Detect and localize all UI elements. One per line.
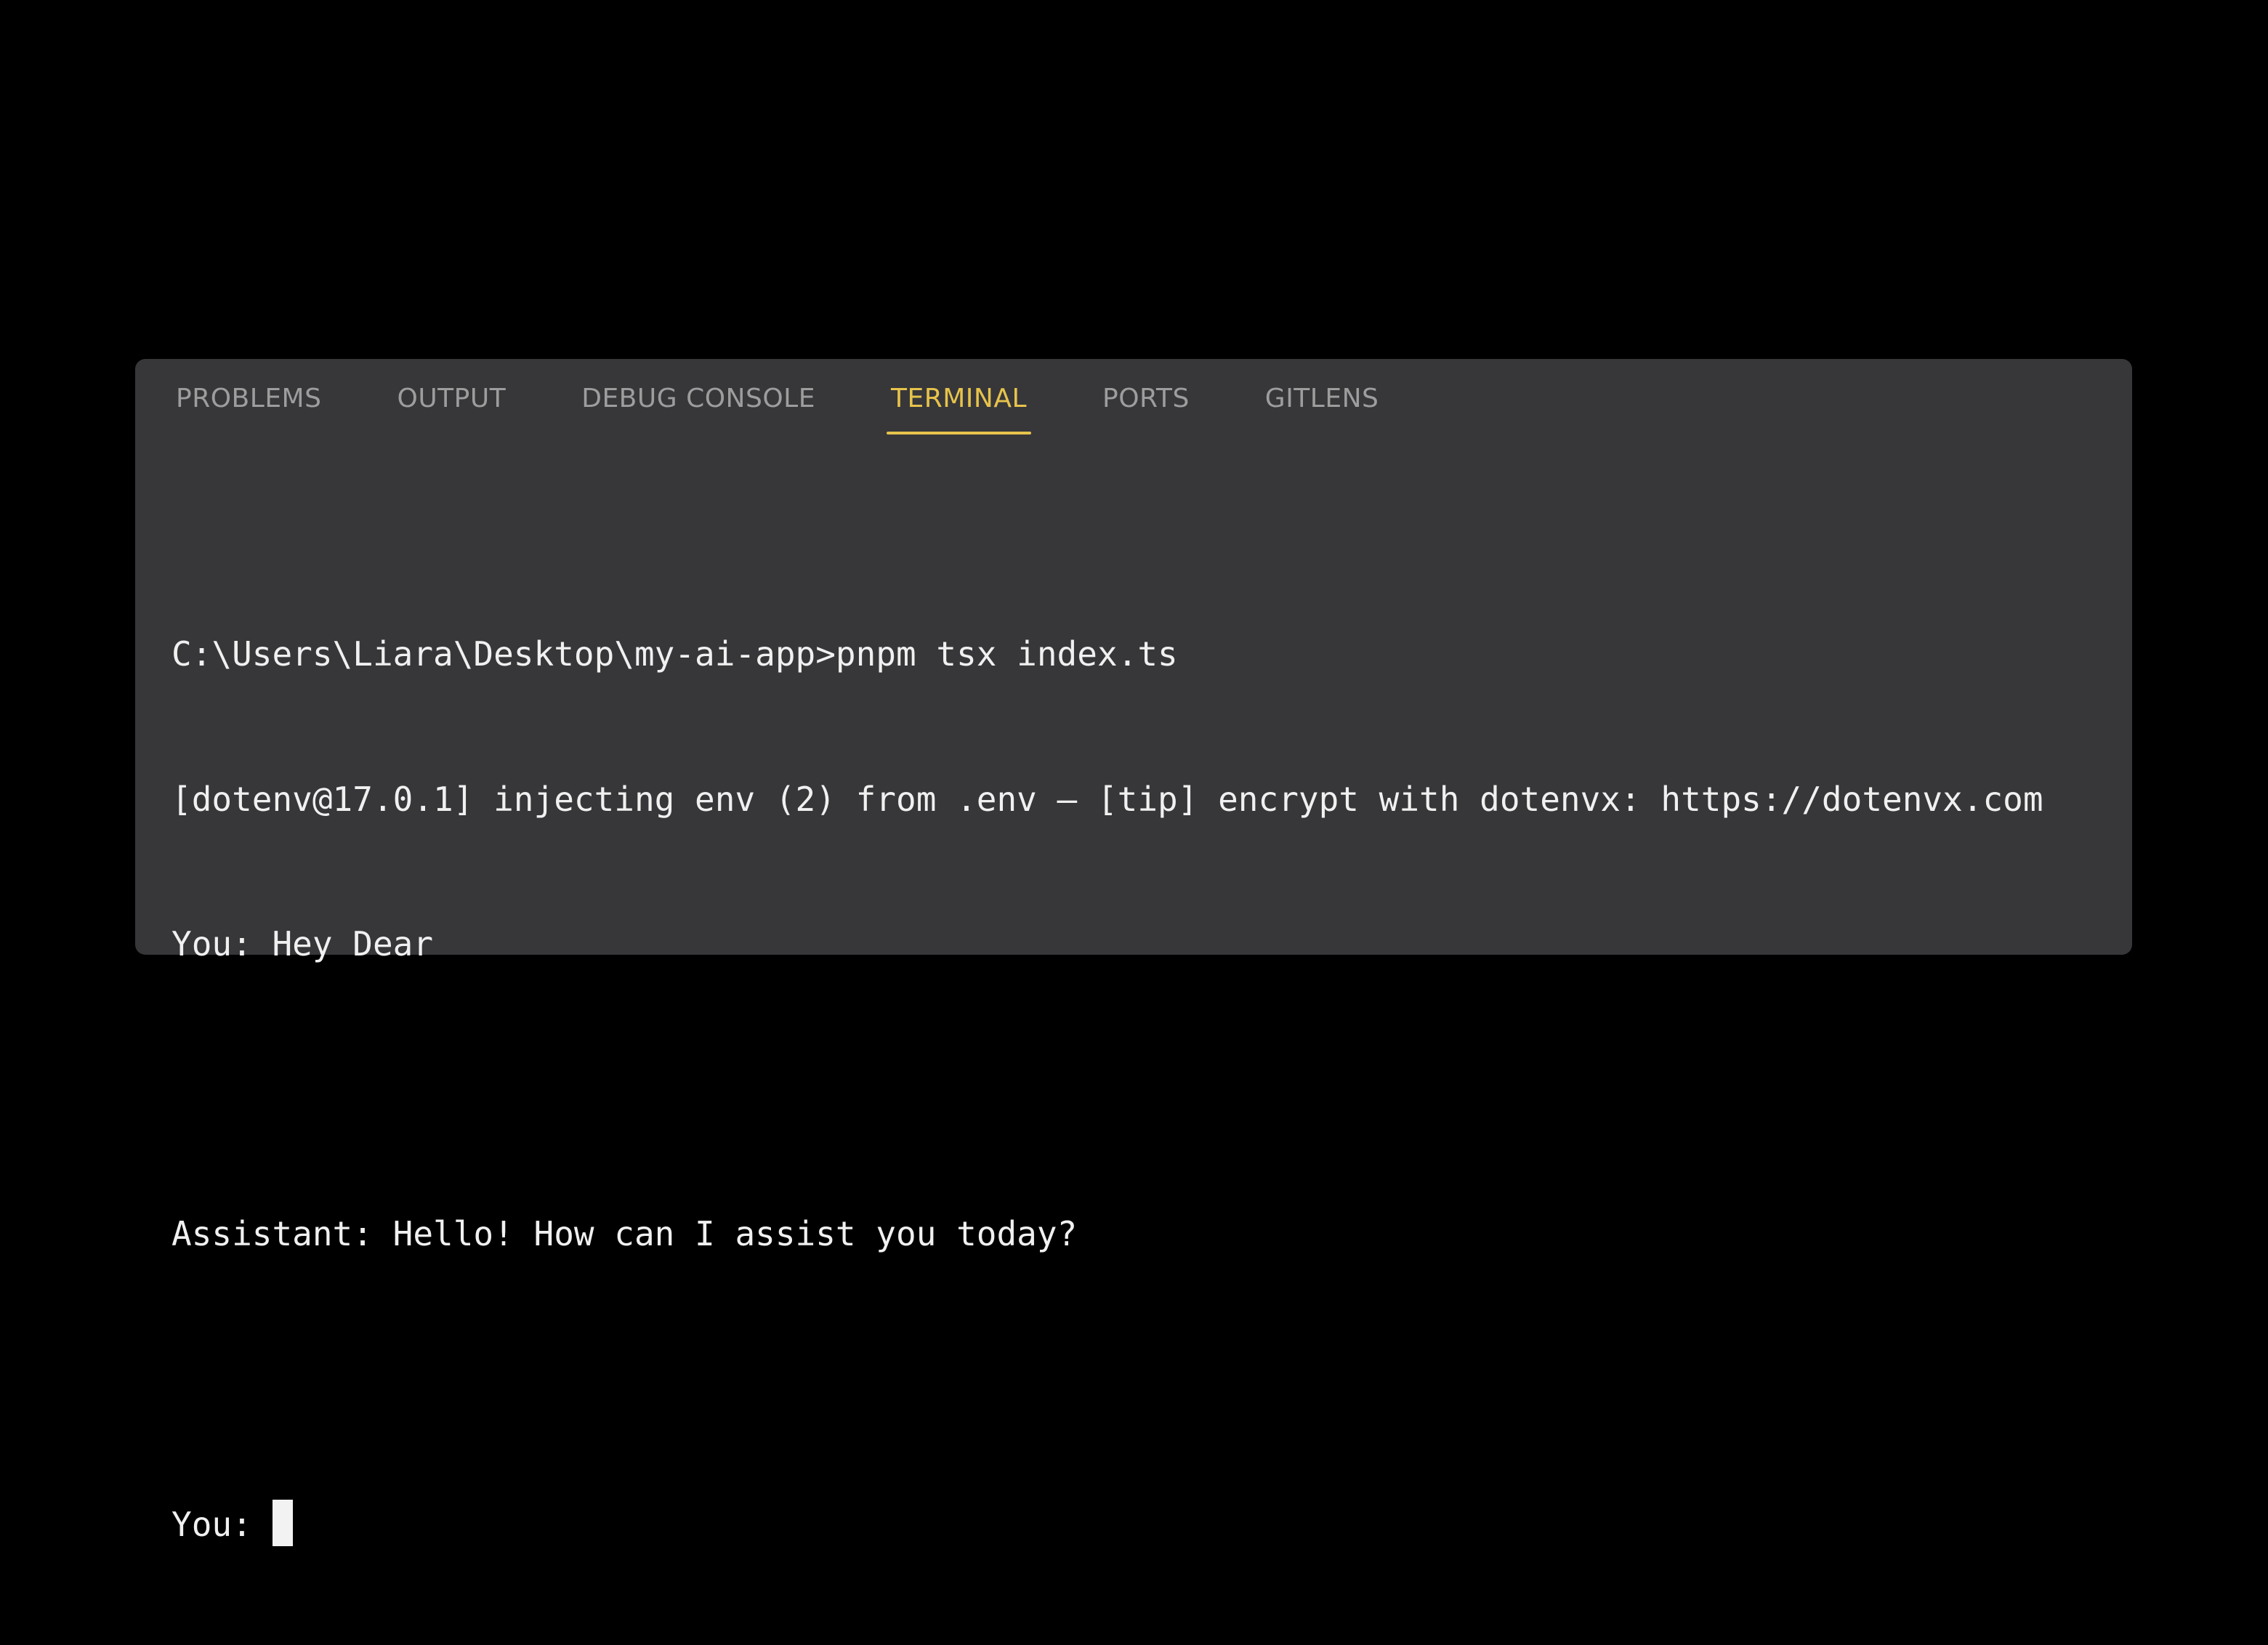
tab-gitlens[interactable]: GITLENS	[1261, 385, 1384, 440]
terminal-prompt: You:	[171, 1505, 252, 1544]
terminal-output[interactable]: C:\Users\Liara\Desktop\my-ai-app>pnpm ts…	[171, 533, 2110, 1645]
terminal-line-command: C:\Users\Liara\Desktop\my-ai-app>pnpm ts…	[171, 634, 1178, 674]
terminal-line-user-message: You: Hey Dear	[171, 924, 434, 963]
terminal-line-assistant-message: Assistant: Hello! How can I assist you t…	[171, 1214, 1078, 1253]
tab-output[interactable]: OUTPUT	[392, 385, 510, 440]
tab-ports[interactable]: PORTS	[1098, 385, 1194, 440]
panel-tabs: PROBLEMS OUTPUT DEBUG CONSOLE TERMINAL P…	[171, 385, 1450, 440]
terminal-input-line[interactable]: You:	[171, 1500, 2110, 1548]
tab-debug-console[interactable]: DEBUG CONSOLE	[577, 385, 820, 440]
terminal-line-dotenv: [dotenv@17.0.1] injecting env (2) from .…	[171, 779, 2043, 819]
block-cursor	[272, 1500, 293, 1546]
tab-problems[interactable]: PROBLEMS	[171, 385, 326, 440]
terminal-panel: PROBLEMS OUTPUT DEBUG CONSOLE TERMINAL P…	[135, 359, 2132, 1546]
tab-terminal[interactable]: TERMINAL	[886, 385, 1032, 440]
